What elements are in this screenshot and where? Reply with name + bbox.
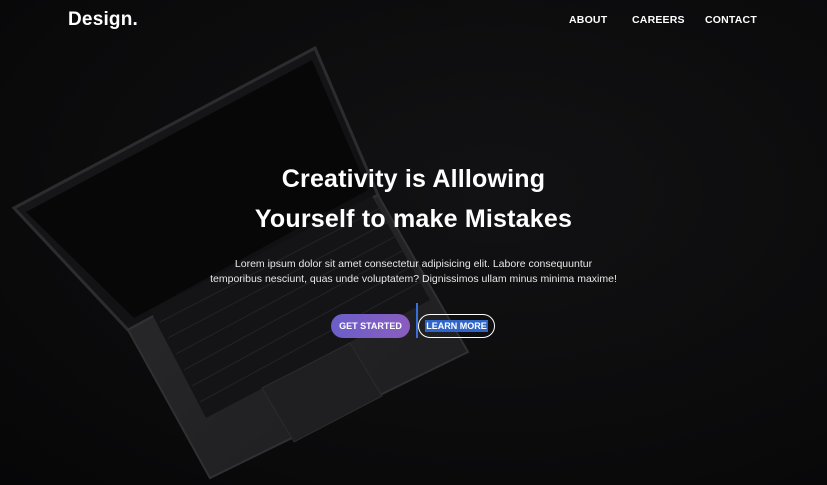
- hero-description-line-1: Lorem ipsum dolor sit amet consectetur a…: [234, 258, 593, 270]
- laptop-background-image: [11, 45, 470, 480]
- get-started-button[interactable]: GET STARTED: [331, 314, 410, 338]
- landing-page: Design. ABOUT CAREERS CONTACT Creativity…: [0, 0, 827, 485]
- hero-title-line-1: Creativity is Alllowing: [281, 165, 546, 193]
- nav-link-careers[interactable]: CAREERS: [632, 14, 685, 26]
- learn-more-button[interactable]: LEARN MORE: [418, 314, 495, 338]
- learn-more-label: LEARN MORE: [425, 320, 488, 332]
- hero-title-line-2: Yourself to make Mistakes: [254, 205, 573, 233]
- site-logo[interactable]: Design.: [68, 9, 138, 31]
- nav-link-contact[interactable]: CONTACT: [705, 14, 757, 26]
- hero-description-line-2: temporibus nesciunt, quas unde voluptate…: [210, 273, 617, 285]
- text-cursor: [416, 303, 418, 338]
- nav-link-about[interactable]: ABOUT: [569, 14, 607, 26]
